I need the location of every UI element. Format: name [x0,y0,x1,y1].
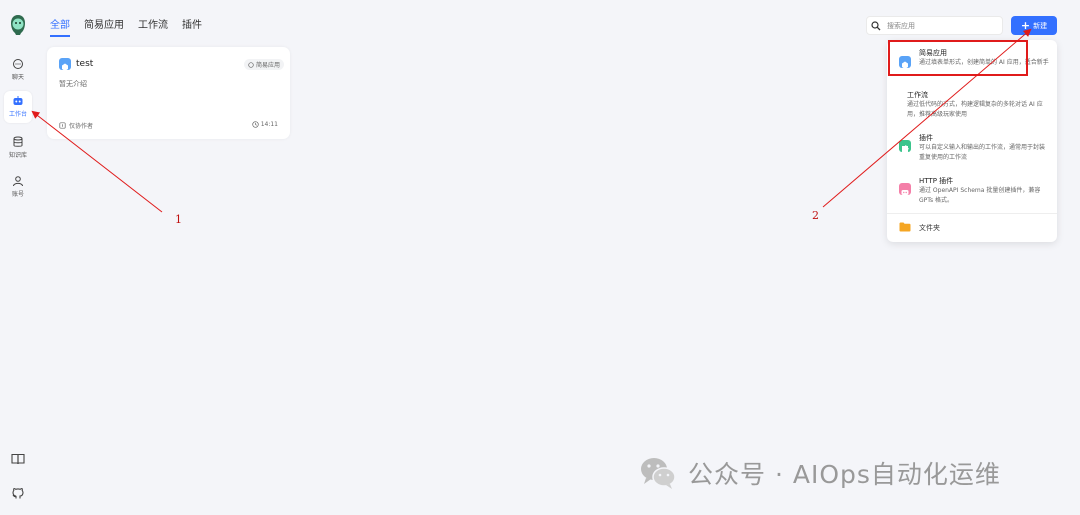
menu-item-http-plugin[interactable]: HTTP 插件 通过 OpenAPI Schema 批量创建插件，兼容 GPTs… [887,174,1057,208]
menu-item-title: 插件 [919,134,933,142]
app-card-time-value: 14:11 [260,121,278,128]
sidebar-item-label: 知识库 [8,152,27,159]
category-tabs: 全部 简易应用 工作流 插件 [50,16,202,37]
annotation-label-2: 2 [812,209,819,222]
folder-icon[interactable] [899,222,911,232]
chat-icon [13,59,23,69]
menu-item-desc: 通过 OpenAPI Schema 批量创建插件，兼容 GPTs 格式。 [919,187,1041,204]
menu-item-title: HTTP 插件 [919,177,954,185]
tab-workflow[interactable]: 工作流 [138,16,168,37]
sidebar-item-label: 账号 [11,191,24,198]
sidebar-item-chat[interactable]: 聊天 [4,54,32,86]
sidebar-item-workbench[interactable]: 工作台 [4,91,32,123]
app-card-description: 暂无介绍 [59,80,87,88]
app-card[interactable]: test 简易应用 暂无介绍 仅协作者 14:11 [47,47,290,139]
app-logo-icon[interactable] [8,14,28,36]
tab-all[interactable]: 全部 [50,16,70,37]
app-card-title: test [76,59,94,69]
simple-app-icon [59,58,71,71]
menu-item-desc: 可以自定义输入和输出的工作流，通常用于封装重复使用的工作流 [919,144,1046,161]
annotation-label-1: 1 [175,213,182,226]
sidebar-item-account[interactable]: 账号 [4,171,32,203]
tab-simple-app[interactable]: 简易应用 [84,16,124,37]
sidebar-item-label: 工作台 [8,111,27,118]
plus-icon: + [1020,18,1031,32]
app-type-label: 简易应用 [255,62,280,69]
clock-icon [252,121,259,128]
watermark-text: 公众号 · AIOps自动化运维 [688,460,1001,489]
robot-icon [13,96,23,105]
http-plugin-icon [899,183,911,195]
database-icon [13,136,23,147]
menu-item-title: 工作流 [907,91,928,99]
app-type-icon [248,61,254,68]
menu-item-workflow[interactable]: 工作流 通过低代码的方式，构建逻辑复杂的多轮对话 AI 应用，推荐高级玩家使用 [887,88,1057,122]
new-button-label: 新建 [1033,21,1048,30]
annotation-highlight-box [888,40,1028,76]
sidebar: 聊天 工作台 知识库 账号 [0,0,36,515]
sidebar-item-knowledge-base[interactable]: 知识库 [4,132,32,164]
menu-item-folder[interactable]: 文件夹 [919,223,940,233]
app-type-badge: 简易应用 [243,59,284,70]
menu-item-plugin[interactable]: 插件 可以自定义输入和输出的工作流，通常用于封装重复使用的工作流 [887,131,1057,165]
app-card-permission: 仅协作者 [59,121,93,130]
menu-item-desc: 通过低代码的方式，构建逻辑复杂的多轮对话 AI 应用，推荐高级玩家使用 [907,101,1043,118]
app-card-time: 14:11 [252,121,278,128]
menu-divider [887,213,1057,214]
book-icon[interactable] [11,452,25,466]
search-icon [871,20,881,30]
user-icon [13,176,23,187]
lock-icon [59,122,66,129]
app-card-author: 仅协作者 [69,123,94,130]
github-icon[interactable] [11,486,25,500]
search-box [866,16,1003,35]
tab-plugin[interactable]: 插件 [182,16,202,37]
plugin-icon [899,140,911,152]
new-button[interactable]: + 新建 [1011,16,1057,35]
search-input[interactable] [887,21,997,30]
wechat-icon [641,458,676,489]
watermark: 公众号 · AIOps自动化运维 [638,455,1001,491]
sidebar-item-label: 聊天 [11,74,24,81]
